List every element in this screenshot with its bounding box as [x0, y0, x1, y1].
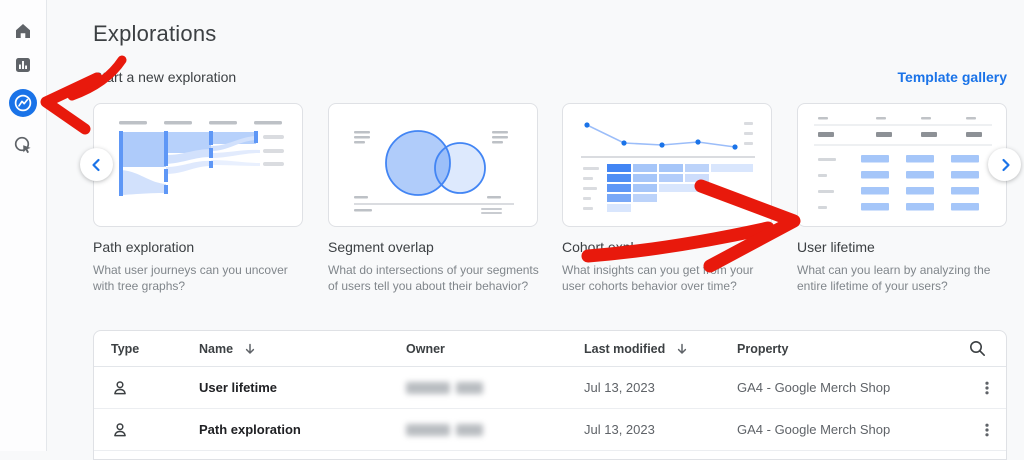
nav-reports[interactable]: [13, 55, 33, 75]
row-more-actions-button[interactable]: [976, 419, 998, 441]
row-owner-redacted: [406, 409, 483, 450]
reports-icon: [13, 55, 33, 75]
column-label-type: Type: [111, 342, 139, 356]
sankey-diagram-graphic: [94, 104, 303, 227]
template-description: What insights can you get from your user…: [562, 262, 774, 294]
column-header-owner: Owner: [406, 331, 445, 366]
table-row-user-lifetime[interactable]: User lifetime Jul 13, 2023 GA4 - Google …: [94, 367, 1006, 409]
column-label-owner: Owner: [406, 342, 445, 356]
chevron-left-icon: [89, 157, 105, 173]
page-title: Explorations: [93, 21, 216, 47]
blurred-owner-name: [406, 382, 483, 394]
subheader-row: Start a new exploration Template gallery: [93, 68, 1007, 86]
start-exploration-label: Start a new exploration: [93, 69, 236, 85]
column-label-name: Name: [199, 342, 233, 356]
cohort-grid-graphic: [563, 104, 772, 227]
table-search[interactable]: [968, 331, 987, 366]
more-vert-icon: [978, 379, 996, 397]
column-header-type: Type: [111, 331, 139, 366]
caption-segment-overlap: Segment overlap What do intersections of…: [328, 239, 540, 294]
nav-home[interactable]: [13, 21, 33, 41]
person-icon: [111, 421, 129, 439]
data-table-graphic: [798, 104, 1007, 227]
explorations-page: Explorations Start a new exploration Tem…: [0, 0, 1024, 451]
row-last-modified: Jul 13, 2023: [584, 409, 655, 450]
search-icon: [968, 339, 987, 358]
template-card-segment-overlap[interactable]: [328, 103, 538, 227]
row-property: GA4 - Google Merch Shop: [737, 367, 890, 408]
home-icon: [13, 21, 33, 41]
blurred-owner-name: [406, 424, 483, 436]
table-header-row: Type Name Owner Last modified Property: [94, 331, 1006, 367]
left-nav-sidebar: [0, 0, 47, 451]
table-row-path-exploration[interactable]: Path exploration Jul 13, 2023 GA4 - Goog…: [94, 409, 1006, 451]
row-last-modified: Jul 13, 2023: [584, 367, 655, 408]
template-description: What can you learn by analyzing the enti…: [797, 262, 1009, 294]
column-label-property: Property: [737, 342, 788, 356]
advertising-icon: [13, 135, 33, 155]
person-icon: [111, 379, 129, 397]
row-more-actions-button[interactable]: [976, 377, 998, 399]
template-description: What user journeys can you uncover with …: [93, 262, 305, 294]
carousel-next-button[interactable]: [988, 148, 1021, 181]
more-vert-icon: [978, 421, 996, 439]
row-name[interactable]: User lifetime: [199, 367, 277, 408]
column-header-name[interactable]: Name: [199, 331, 257, 366]
template-title: User lifetime: [797, 239, 1009, 255]
template-card-user-lifetime[interactable]: [797, 103, 1007, 227]
template-gallery-link[interactable]: Template gallery: [898, 69, 1007, 85]
nav-explore-selected[interactable]: [9, 89, 37, 117]
row-type-cell: [111, 409, 129, 450]
caption-cohort-exploration: Cohort exploration What insights can you…: [562, 239, 774, 294]
template-card-path-exploration[interactable]: [93, 103, 303, 227]
chevron-right-icon: [997, 157, 1013, 173]
venn-diagram-graphic: [329, 104, 538, 227]
template-title: Path exploration: [93, 239, 305, 255]
row-owner-redacted: [406, 367, 483, 408]
template-title: Segment overlap: [328, 239, 540, 255]
column-header-property: Property: [737, 331, 788, 366]
caption-user-lifetime: User lifetime What can you learn by anal…: [797, 239, 1009, 294]
sort-descending-icon: [675, 342, 689, 356]
row-type-cell: [111, 367, 129, 408]
template-card-cohort-exploration[interactable]: [562, 103, 772, 227]
row-name[interactable]: Path exploration: [199, 409, 301, 450]
nav-advertising[interactable]: [13, 135, 33, 155]
column-label-last-modified: Last modified: [584, 342, 665, 356]
sort-descending-icon: [243, 342, 257, 356]
row-property: GA4 - Google Merch Shop: [737, 409, 890, 450]
explorations-table: Type Name Owner Last modified Property: [93, 330, 1007, 460]
explore-icon: [9, 89, 37, 117]
template-description: What do intersections of your segments o…: [328, 262, 540, 294]
template-title: Cohort exploration: [562, 239, 774, 255]
caption-path-exploration: Path exploration What user journeys can …: [93, 239, 305, 294]
column-header-last-modified[interactable]: Last modified: [584, 331, 689, 366]
carousel-prev-button[interactable]: [80, 148, 113, 181]
